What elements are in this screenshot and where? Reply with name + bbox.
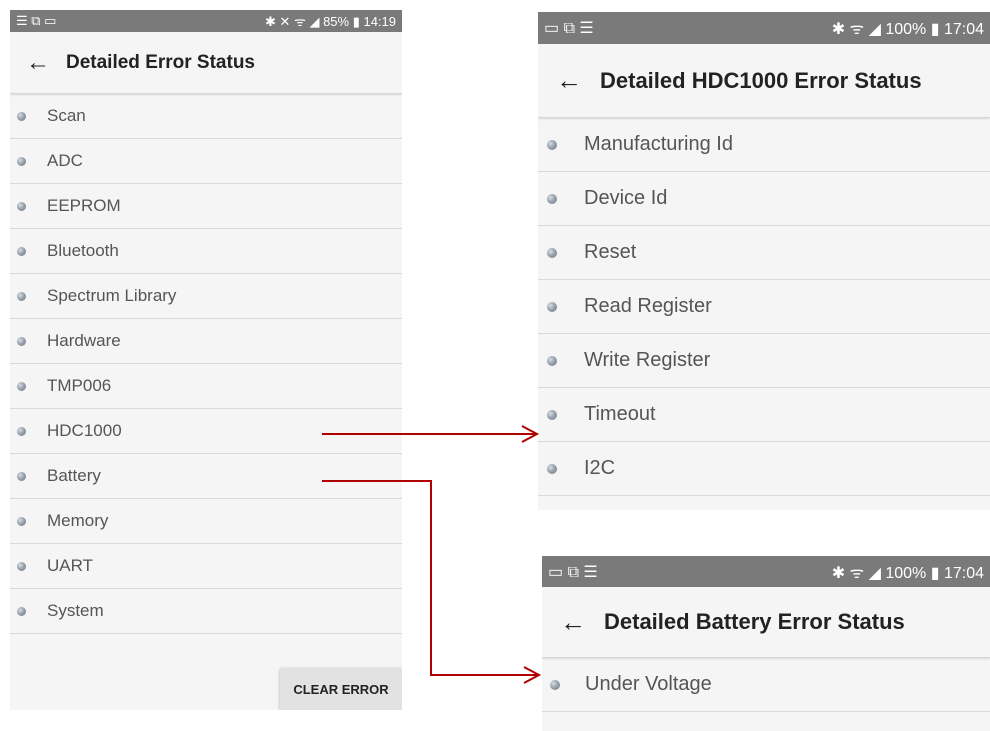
battery-arrow-line xyxy=(322,480,538,676)
connector-arrows xyxy=(322,425,542,684)
